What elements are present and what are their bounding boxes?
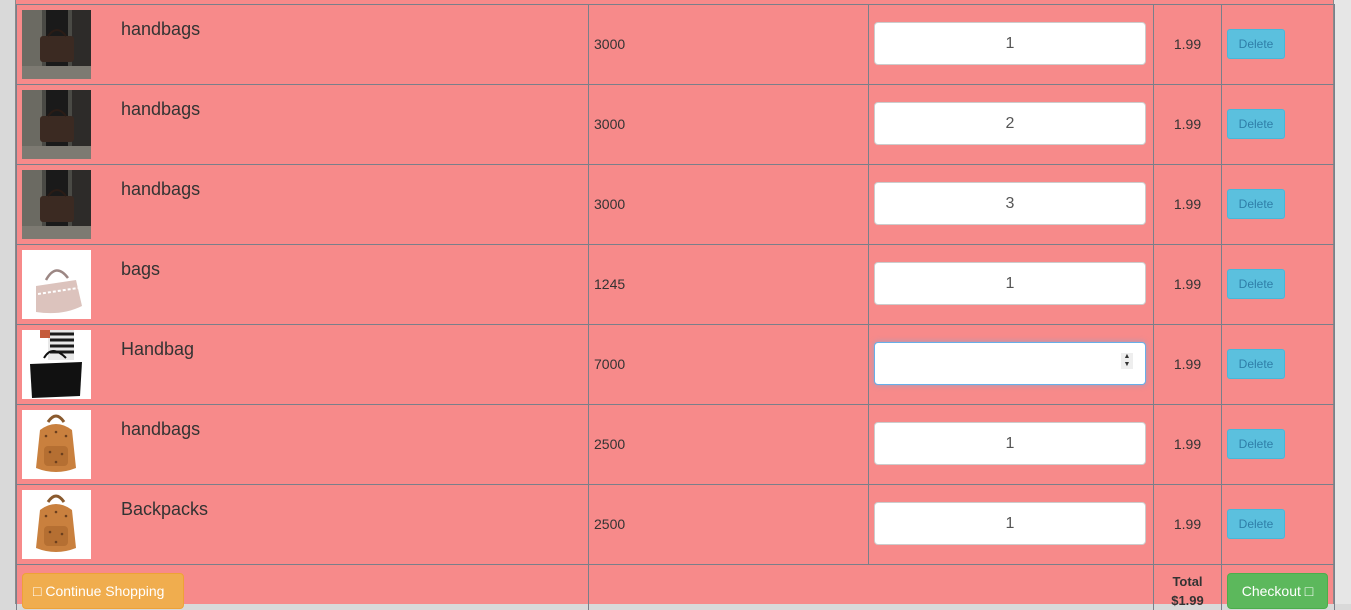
page-scroll-gutter: [1334, 0, 1351, 604]
delete-button[interactable]: Delete: [1227, 269, 1285, 299]
product-price: 3000: [589, 85, 868, 132]
cart-table: handbags 3000 1.99 Delete handbags 3000 …: [16, 4, 1335, 610]
table-row: handbags 3000 1.99 Delete: [17, 5, 1335, 85]
table-row: handbags 3000 1.99 Delete: [17, 85, 1335, 165]
product-price: 3000: [589, 5, 868, 52]
product-price: 2500: [589, 405, 868, 452]
delete-button[interactable]: Delete: [1227, 189, 1285, 219]
delete-button[interactable]: Delete: [1227, 109, 1285, 139]
table-row: Handbag 7000 ▲▼ 1.99 Delete: [17, 325, 1335, 405]
quantity-input[interactable]: [874, 342, 1146, 385]
quantity-input[interactable]: [874, 262, 1146, 305]
cart-footer-row: □ Continue Shopping Total $1.99 Checkout…: [17, 565, 1335, 610]
table-row: handbags 3000 1.99 Delete: [17, 165, 1335, 245]
table-row: bags 1245 1.99 Delete: [17, 245, 1335, 325]
product-image[interactable]: [22, 490, 91, 559]
product-name: handbags: [121, 419, 200, 440]
item-subtotal: 1.99: [1154, 405, 1221, 452]
product-name: Handbag: [121, 339, 194, 360]
total-label: Total: [1154, 572, 1221, 591]
item-subtotal: 1.99: [1154, 165, 1221, 212]
product-price: 3000: [589, 165, 868, 212]
product-image[interactable]: [22, 410, 91, 479]
item-subtotal: 1.99: [1154, 485, 1221, 532]
quantity-input[interactable]: [874, 502, 1146, 545]
item-subtotal: 1.99: [1154, 245, 1221, 292]
delete-button[interactable]: Delete: [1227, 349, 1285, 379]
product-image[interactable]: [22, 170, 91, 239]
cart-total: Total $1.99: [1154, 565, 1221, 610]
product-name: bags: [121, 259, 160, 280]
shopping-cart: handbags 3000 1.99 Delete handbags 3000 …: [15, 0, 1334, 604]
total-value: $1.99: [1154, 591, 1221, 610]
table-row: handbags 2500 1.99 Delete: [17, 405, 1335, 485]
product-image[interactable]: [22, 330, 91, 399]
item-subtotal: 1.99: [1154, 85, 1221, 132]
product-name: handbags: [121, 99, 200, 120]
product-price: 1245: [589, 245, 868, 292]
quantity-input[interactable]: [874, 22, 1146, 65]
spinner-arrows-icon[interactable]: ▲▼: [1121, 353, 1133, 369]
product-image[interactable]: [22, 250, 91, 319]
product-name: handbags: [121, 19, 200, 40]
product-price: 7000: [589, 325, 868, 372]
product-image[interactable]: [22, 10, 91, 79]
table-row: Backpacks 2500 1.99 Delete: [17, 485, 1335, 565]
quantity-input[interactable]: [874, 422, 1146, 465]
product-name: Backpacks: [121, 499, 208, 520]
delete-button[interactable]: Delete: [1227, 429, 1285, 459]
quantity-input[interactable]: [874, 182, 1146, 225]
quantity-input[interactable]: [874, 102, 1146, 145]
product-image[interactable]: [22, 90, 91, 159]
product-name: handbags: [121, 179, 200, 200]
delete-button[interactable]: Delete: [1227, 29, 1285, 59]
delete-button[interactable]: Delete: [1227, 509, 1285, 539]
item-subtotal: 1.99: [1154, 325, 1221, 372]
product-price: 2500: [589, 485, 868, 532]
item-subtotal: 1.99: [1154, 5, 1221, 52]
